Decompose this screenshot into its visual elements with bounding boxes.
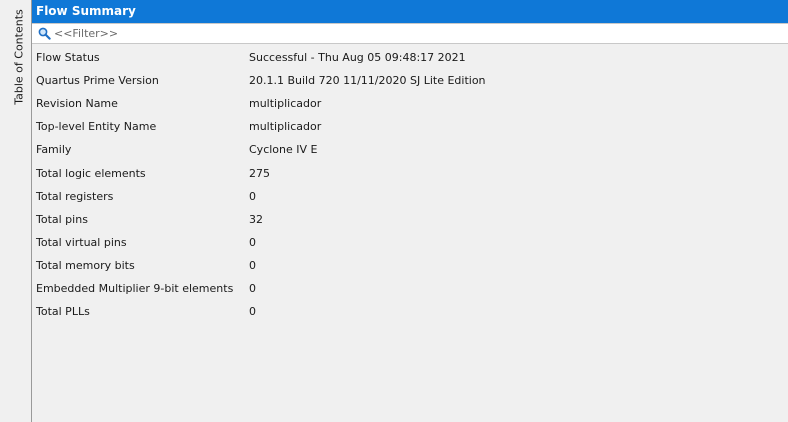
row-value: 32	[249, 212, 263, 226]
row-value: Successful - Thu Aug 05 09:48:17 2021	[249, 51, 466, 65]
table-row[interactable]: Flow Status Successful - Thu Aug 05 09:4…	[32, 46, 788, 69]
row-key: Total PLLs	[36, 305, 90, 319]
flow-summary-window: Table of Contents Flow Summary Flow Stat…	[0, 0, 788, 422]
table-row[interactable]: Total virtual pins 0	[32, 231, 788, 254]
row-value: 275	[249, 166, 270, 180]
row-value: multiplicador	[249, 97, 322, 111]
row-key: Top-level Entity Name	[36, 120, 157, 134]
row-key: Total virtual pins	[36, 235, 127, 249]
table-row[interactable]: Family Cyclone IV E	[32, 138, 788, 161]
row-value: 0	[249, 258, 256, 272]
row-key: Total pins	[36, 212, 88, 226]
toc-sidebar-strip[interactable]: Table of Contents	[0, 0, 31, 422]
table-row[interactable]: Embedded Multiplier 9-bit elements 0	[32, 277, 788, 300]
row-value: 0	[249, 235, 256, 249]
row-value: multiplicador	[249, 120, 322, 134]
row-key: Total registers	[36, 189, 114, 203]
summary-table: Flow Status Successful - Thu Aug 05 09:4…	[32, 44, 788, 323]
panel-title: Flow Summary	[32, 0, 788, 23]
table-row[interactable]: Quartus Prime Version 20.1.1 Build 720 1…	[32, 69, 788, 92]
flow-summary-panel: Flow Summary Flow Status Successful - Th…	[31, 0, 788, 422]
table-row[interactable]: Top-level Entity Name multiplicador	[32, 115, 788, 138]
table-row[interactable]: Total memory bits 0	[32, 254, 788, 277]
table-row[interactable]: Total registers 0	[32, 185, 788, 208]
table-row[interactable]: Total PLLs 0	[32, 300, 788, 323]
row-value: Cyclone IV E	[249, 143, 318, 157]
toc-tab-label[interactable]: Table of Contents	[13, 9, 26, 105]
filter-bar	[32, 23, 788, 44]
row-value: 0	[249, 281, 256, 295]
table-row[interactable]: Total logic elements 275	[32, 161, 788, 184]
row-key: Flow Status	[36, 51, 100, 65]
row-key: Embedded Multiplier 9-bit elements	[36, 281, 234, 295]
row-key: Revision Name	[36, 97, 118, 111]
row-key: Total memory bits	[36, 258, 135, 272]
row-key: Quartus Prime Version	[36, 74, 159, 88]
row-value: 0	[249, 305, 256, 319]
row-value: 0	[249, 189, 256, 203]
filter-input[interactable]	[54, 27, 744, 40]
table-row[interactable]: Revision Name multiplicador	[32, 92, 788, 115]
row-value: 20.1.1 Build 720 11/11/2020 SJ Lite Edit…	[249, 74, 486, 88]
table-row[interactable]: Total pins 32	[32, 208, 788, 231]
search-icon	[36, 26, 52, 42]
row-key: Family	[36, 143, 72, 157]
row-key: Total logic elements	[36, 166, 146, 180]
